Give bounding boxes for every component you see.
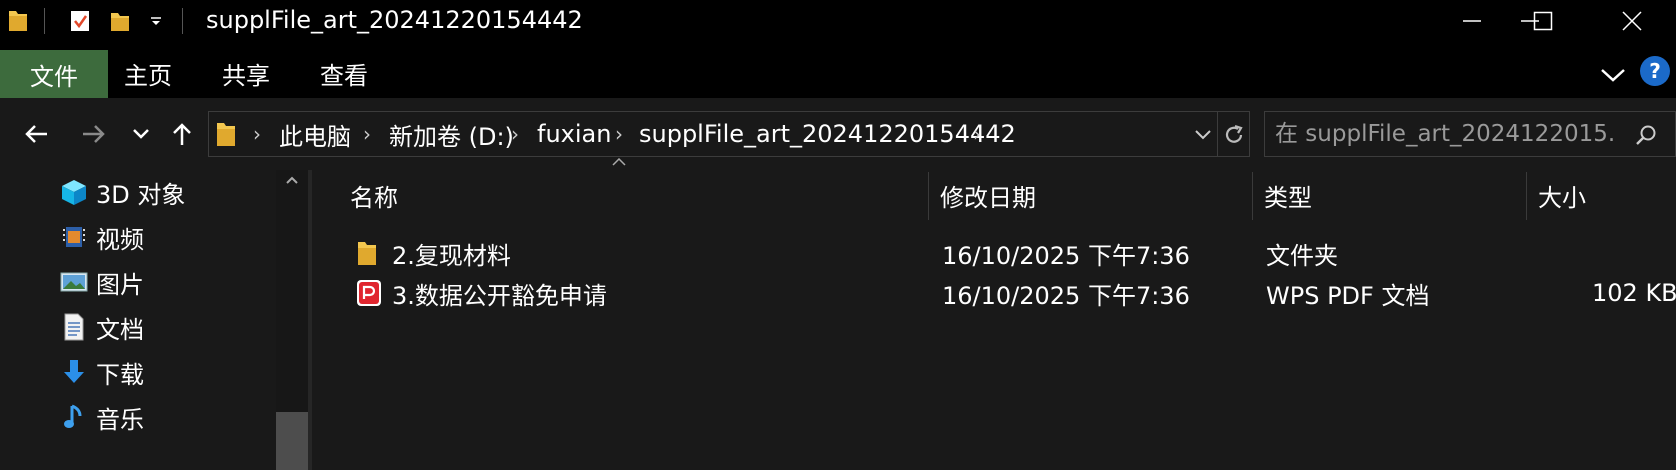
address-bar[interactable]: › 此电脑 › 新加卷 (D:) › fuxian › supplFile_ar… [208, 111, 1250, 157]
file-name: 3.数据公开豁免申请 [392, 281, 607, 310]
breadcrumb-chevron[interactable]: › [363, 112, 371, 156]
table-row[interactable]: 2.复现材料 16/10/2025 下午7:36 文件夹 [312, 232, 1676, 274]
separator [182, 8, 183, 34]
sidebar-item-label: 下载 [96, 360, 144, 389]
column-divider[interactable] [1526, 172, 1527, 220]
column-divider[interactable] [928, 172, 929, 220]
new-folder-icon[interactable] [108, 9, 132, 33]
tab-share[interactable]: 共享 [206, 50, 286, 96]
file-name: 2.复现材料 [392, 241, 511, 270]
sidebar-scroll-thumb[interactable] [276, 412, 308, 470]
close-button[interactable] [1588, 0, 1676, 42]
maximize-button-area[interactable] [1498, 0, 1588, 42]
file-type: WPS PDF 文档 [1266, 281, 1430, 310]
address-dropdown-icon[interactable] [1191, 124, 1215, 146]
music-icon [60, 403, 88, 431]
file-type: 文件夹 [1266, 241, 1338, 270]
file-modified: 16/10/2025 下午7:36 [942, 241, 1190, 270]
sidebar-item-label: 文档 [96, 315, 144, 344]
file-list: 名称 修改日期 类型 大小 2.复现材料 16/10/2025 下午7:36 文… [312, 158, 1676, 470]
navigation-pane: 3D 对象 视频 图片 文档 下载 音乐 [0, 170, 308, 470]
breadcrumb-chevron[interactable]: › [253, 112, 261, 156]
sidebar-item-downloads[interactable]: 下载 [60, 350, 144, 394]
download-icon [60, 358, 88, 386]
refresh-icon[interactable] [1221, 122, 1247, 148]
chevron-down-icon[interactable] [1596, 58, 1630, 92]
window-title: supplFile_art_20241220154442 [206, 6, 583, 34]
breadcrumb-drive-d[interactable]: 新加卷 (D:) [389, 112, 514, 156]
forward-button[interactable] [76, 98, 112, 170]
folder-icon[interactable] [6, 9, 30, 33]
table-row[interactable]: 3.数据公开豁免申请 16/10/2025 下午7:36 WPS PDF 文档 … [312, 272, 1676, 314]
scroll-up-icon[interactable] [280, 172, 304, 188]
sidebar-item-label: 3D 对象 [96, 180, 186, 209]
tab-home[interactable]: 主页 [108, 50, 188, 96]
sidebar-item-documents[interactable]: 文档 [60, 305, 144, 349]
column-header-name[interactable]: 名称 [350, 170, 398, 220]
separator [44, 8, 45, 34]
folder-icon [215, 120, 239, 148]
sidebar-item-pictures[interactable]: 图片 [60, 260, 144, 304]
sidebar-item-label: 视频 [96, 225, 144, 254]
sidebar-item-music[interactable]: 音乐 [60, 395, 144, 439]
sidebar-item-label: 音乐 [96, 405, 144, 434]
video-icon [60, 223, 88, 251]
pictures-icon [60, 268, 88, 296]
search-input[interactable] [1275, 112, 1615, 156]
ribbon-tabs: 文件 主页 共享 查看 ? [0, 42, 1676, 98]
column-header-modified[interactable]: 修改日期 [940, 170, 1036, 220]
sidebar-item-label: 图片 [96, 270, 144, 299]
column-header-type[interactable]: 类型 [1264, 170, 1312, 220]
help-icon[interactable]: ? [1640, 56, 1670, 86]
breadcrumb-chevron[interactable]: › [615, 112, 623, 156]
tab-file[interactable]: 文件 [0, 50, 108, 98]
title-bar: supplFile_art_20241220154442 [0, 0, 1676, 42]
column-divider[interactable] [1252, 172, 1253, 220]
properties-icon[interactable] [68, 9, 92, 33]
sidebar-item-videos[interactable]: 视频 [60, 215, 144, 259]
sidebar-item-3d-objects[interactable]: 3D 对象 [60, 170, 185, 214]
pdf-icon [356, 272, 384, 314]
navigation-bar: › 此电脑 › 新加卷 (D:) › fuxian › supplFile_ar… [0, 98, 1676, 170]
search-icon[interactable] [1633, 122, 1659, 148]
3d-objects-icon [60, 178, 88, 206]
back-button[interactable] [18, 98, 54, 170]
folder-icon [356, 232, 384, 274]
file-modified: 16/10/2025 下午7:36 [942, 281, 1190, 310]
breadcrumb-chevron[interactable]: › [973, 112, 981, 156]
breadcrumb-current-folder[interactable]: supplFile_art_20241220154442 [639, 112, 1016, 156]
breadcrumb-this-pc[interactable]: 此电脑 [279, 112, 351, 156]
breadcrumb-fuxian[interactable]: fuxian [537, 112, 611, 156]
recent-locations-dropdown[interactable] [126, 98, 156, 170]
search-box[interactable] [1264, 111, 1676, 157]
file-size: 102 KB [1592, 279, 1676, 307]
up-button[interactable] [166, 98, 198, 170]
breadcrumb-chevron[interactable]: › [511, 112, 519, 156]
sort-ascending-icon [610, 156, 628, 168]
customize-dropdown-icon[interactable] [144, 9, 168, 33]
column-header-size[interactable]: 大小 [1538, 170, 1586, 220]
tab-view[interactable]: 查看 [304, 50, 384, 96]
documents-icon [60, 313, 88, 341]
